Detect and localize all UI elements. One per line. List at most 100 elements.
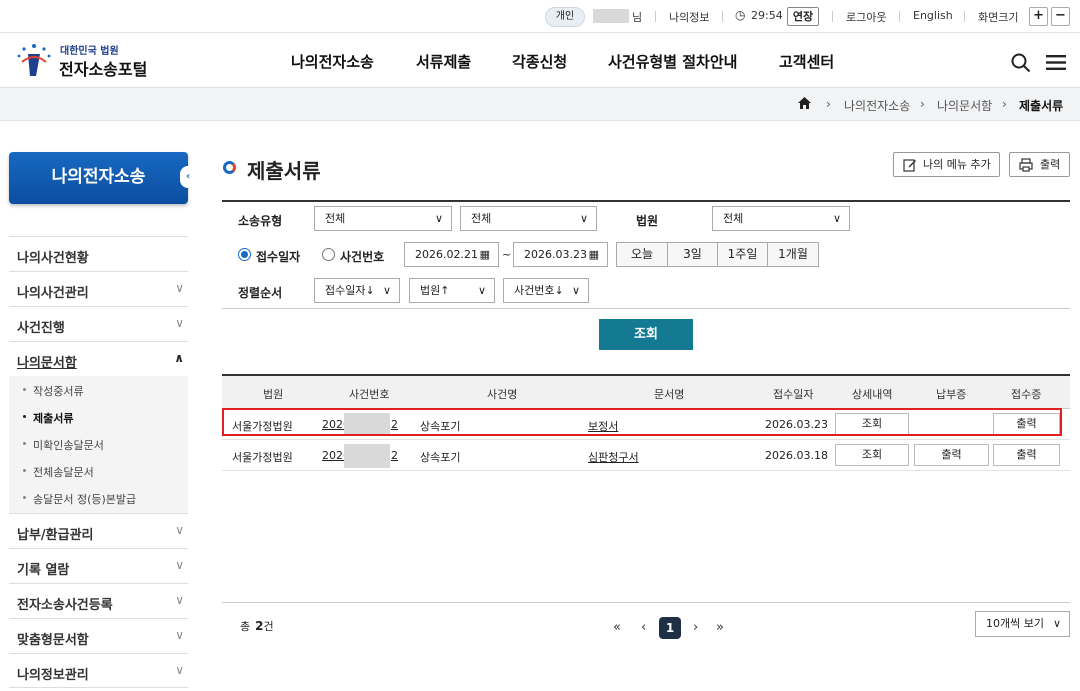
last-page-icon[interactable]: » [716, 620, 724, 635]
home-icon[interactable] [797, 96, 812, 113]
calendar-icon[interactable]: ▦ [480, 243, 490, 266]
search-button[interactable]: 조회 [599, 319, 693, 350]
sidebar-title-text: 나의전자소송 [51, 167, 146, 187]
chevron-down-icon: ∨ [175, 628, 184, 642]
sidebar-subitem-unconfirmed[interactable]: 미확인송달문서 [9, 430, 188, 457]
redacted-case-number [344, 444, 390, 468]
case-type-select-1[interactable]: 전체 ∨ [314, 206, 452, 231]
col-document-name: 문서명 [654, 388, 685, 401]
sort-select-1[interactable]: 접수일자↓ ∨ [314, 278, 400, 303]
sidebar-item-case-status[interactable]: 나의사건현황 [9, 236, 188, 271]
receipt-date-radio-label[interactable]: 접수일자 [256, 248, 300, 265]
breadcrumb-item[interactable]: 나의전자소송 [844, 97, 910, 114]
clock-icon: ◷ [735, 8, 746, 22]
sidebar-item-document-box[interactable]: 나의문서함 ∧ [9, 341, 188, 376]
extend-session-button[interactable]: 연장 [787, 7, 819, 26]
col-case-number: 사건번호 [349, 388, 390, 401]
chevron-down-icon: ∨ [832, 212, 841, 225]
date-from-value: 2026.02.21 [415, 248, 478, 261]
chevron-down-icon: ∨ [175, 663, 184, 677]
payment-print-button[interactable]: 출력 [914, 444, 989, 466]
sort-select-2-value: 법원↑ [420, 284, 450, 297]
chevron-down-icon: ∨ [175, 523, 184, 537]
zoom-out-button[interactable]: − [1051, 7, 1070, 26]
cell-court: 서울가정법원 [232, 451, 293, 464]
sidebar-subitem-label: 제출서류 [33, 412, 74, 425]
prev-page-icon[interactable]: ‹ [641, 620, 646, 635]
quick-1month-button[interactable]: 1개월 [767, 242, 819, 267]
date-to-value: 2026.03.23 [524, 248, 587, 261]
calendar-icon[interactable]: ▦ [589, 243, 599, 266]
logo-title[interactable]: 전자소송포털 [59, 56, 147, 80]
sidebar-item-label: 나의사건현황 [17, 251, 89, 266]
col-case-name: 사건명 [487, 388, 518, 401]
next-page-icon[interactable]: › [693, 620, 698, 635]
sidebar-item-case-progress[interactable]: 사건진행 ∨ [9, 306, 188, 341]
nav-applications[interactable]: 각종신청 [512, 51, 567, 72]
receipt-print-button[interactable]: 출력 [993, 444, 1060, 466]
court-logo-icon[interactable] [14, 40, 54, 78]
case-type-select-2[interactable]: 전체 ∨ [460, 206, 597, 231]
case-type-select-2-value: 전체 [471, 212, 492, 225]
date-from-input[interactable]: 2026.02.21 ▦ [404, 242, 499, 267]
nav-document-submission[interactable]: 서류제출 [416, 51, 471, 72]
per-page-select[interactable]: 10개씩 보기 ∨ [975, 611, 1070, 637]
sidebar-item-case-registration[interactable]: 전자소송사건등록 ∨ [9, 583, 188, 618]
cell-case-number-suffix[interactable]: 2 [391, 449, 398, 462]
nav-customer-center[interactable]: 고객센터 [779, 51, 834, 72]
court-select[interactable]: 전체 ∨ [712, 206, 850, 231]
first-page-icon[interactable]: « [613, 620, 621, 635]
sidebar-subitem-drafts[interactable]: 작성중서류 [9, 376, 188, 403]
zoom-in-button[interactable]: + [1029, 7, 1048, 26]
cell-receipt-date: 2026.03.18 [765, 449, 828, 462]
sidebar-subitem-certified-copy[interactable]: 송달문서 정(등)본발급 [9, 484, 188, 513]
sidebar-item-record-view[interactable]: 기록 열람 ∨ [9, 548, 188, 583]
court-label: 법원 [636, 214, 659, 228]
sidebar-subitem-submitted[interactable]: 제출서류 [9, 403, 188, 430]
breadcrumb-separator-icon: › [826, 97, 831, 111]
sidebar-item-label: 사건진행 [17, 321, 65, 336]
col-receipt-date: 접수일자 [773, 388, 814, 401]
sort-select-3[interactable]: 사건번호↓ ∨ [503, 278, 589, 303]
receipt-date-radio[interactable] [238, 248, 251, 261]
detail-view-button[interactable]: 조회 [835, 444, 909, 466]
sidebar-item-payment[interactable]: 납부/환급관리 ∨ [9, 513, 188, 548]
search-icon[interactable] [1011, 53, 1031, 76]
col-receipt-cert: 접수증 [1011, 388, 1042, 401]
highlight-box [222, 408, 1062, 436]
per-page-value: 10개씩 보기 [986, 617, 1044, 630]
breadcrumb: › 나의전자소송 › 나의문서함 › 제출서류 [0, 88, 1080, 121]
date-to-input[interactable]: 2026.03.23 ▦ [513, 242, 608, 267]
cell-case-name: 상속포기 [420, 451, 461, 464]
quick-today-button[interactable]: 오늘 [616, 242, 668, 267]
sort-select-2[interactable]: 법원↑ ∨ [409, 278, 495, 303]
quick-3days-button[interactable]: 3일 [667, 242, 718, 267]
breadcrumb-current: 제출서류 [1019, 99, 1064, 113]
add-my-menu-button[interactable]: 나의 메뉴 추가 [893, 152, 1000, 177]
sidebar-subitem-all-served[interactable]: 전체송달문서 [9, 457, 188, 484]
quick-1week-button[interactable]: 1주일 [717, 242, 768, 267]
sidebar-item-case-management[interactable]: 나의사건관리 ∨ [9, 271, 188, 306]
menu-hamburger-icon[interactable] [1046, 54, 1066, 74]
nav-my-e-litigation[interactable]: 나의전자소송 [291, 51, 374, 72]
cell-document-name-link[interactable]: 심판청구서 [588, 449, 639, 465]
sidebar-collapse-icon[interactable]: ‹ [180, 166, 196, 188]
date-range-tilde: ~ [502, 248, 512, 261]
breadcrumb-item[interactable]: 나의문서함 [937, 97, 992, 114]
breadcrumb-separator-icon: › [920, 97, 925, 111]
language-link[interactable]: English [913, 9, 953, 22]
logout-link[interactable]: 로그아웃 [846, 9, 886, 25]
print-page-button[interactable]: 출력 [1009, 152, 1070, 177]
page-1-button[interactable]: 1 [659, 617, 681, 639]
my-info-link[interactable]: 나의정보 [669, 9, 709, 25]
results-table: 법원 사건번호 사건명 문서명 접수일자 상세내역 납부증 접수증 서울가정법원… [222, 374, 1070, 471]
nav-procedure-guide[interactable]: 사건유형별 절차안내 [608, 51, 737, 72]
edit-icon [903, 157, 917, 180]
chevron-down-icon: ∨ [382, 284, 391, 297]
case-number-radio[interactable] [322, 248, 335, 261]
sidebar-item-custom-docs[interactable]: 맞춤형문서함 ∨ [9, 618, 188, 653]
table-header: 법원 사건번호 사건명 문서명 접수일자 상세내역 납부증 접수증 [222, 376, 1070, 409]
sidebar-item-my-info[interactable]: 나의정보관리 ∨ [9, 653, 188, 688]
site-header: 대한민국 법원 전자소송포털 나의전자소송 서류제출 각종신청 사건유형별 절차… [0, 33, 1080, 88]
case-number-radio-label[interactable]: 사건번호 [340, 248, 384, 265]
